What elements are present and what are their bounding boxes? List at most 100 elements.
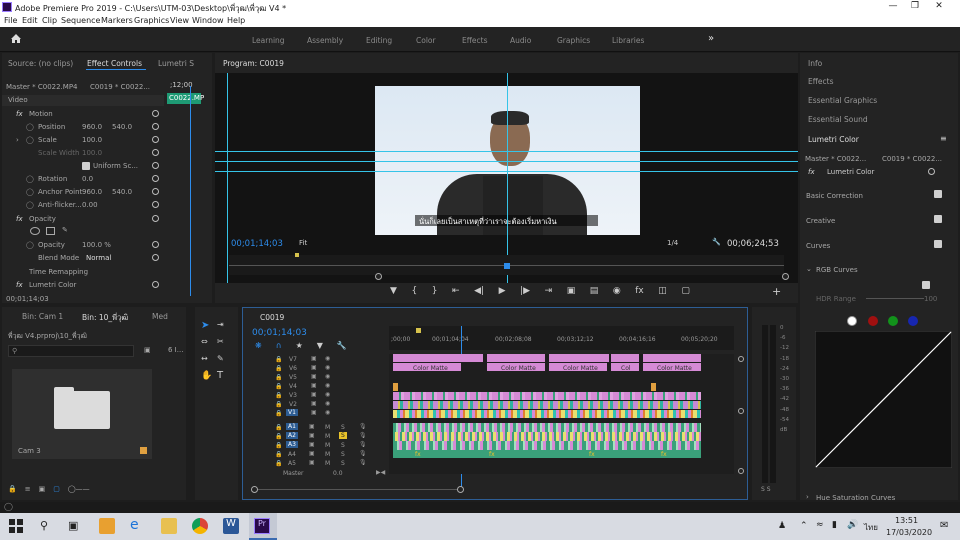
- lock-icon[interactable]: 🔒: [275, 392, 282, 399]
- position-y-value[interactable]: 540.0: [112, 123, 132, 131]
- section-basic-correction[interactable]: Basic Correction: [806, 192, 863, 200]
- battery-icon[interactable]: ▮: [832, 520, 837, 530]
- mute-button[interactable]: M: [325, 442, 330, 449]
- chevron-down-icon[interactable]: ⌄: [806, 265, 812, 273]
- pen-tool-icon[interactable]: ✎: [217, 354, 224, 363]
- fx-toggle-icon[interactable]: fx: [635, 286, 644, 298]
- tab-bin-10[interactable]: Bin: 10_พี่วุฒิ: [82, 312, 128, 324]
- word-icon[interactable]: W: [223, 518, 239, 534]
- mute-button[interactable]: M: [325, 451, 330, 458]
- lock-icon[interactable]: 🔒: [275, 374, 282, 381]
- solo-button[interactable]: S: [341, 442, 345, 449]
- menu-graphics[interactable]: Graphics: [134, 16, 169, 25]
- v-scroll-handle-bottom[interactable]: [738, 468, 744, 474]
- v-scroll-handle-top[interactable]: [738, 356, 744, 362]
- ws-audio[interactable]: Audio: [510, 36, 531, 45]
- reset-icon[interactable]: [152, 241, 159, 248]
- ws-learning[interactable]: Learning: [252, 36, 285, 45]
- color-matte-clip[interactable]: Color Matte: [549, 363, 607, 372]
- reset-icon[interactable]: [152, 149, 159, 156]
- sync-icon[interactable]: ▣: [309, 423, 315, 430]
- tab-effect-controls[interactable]: Effect Controls: [87, 59, 142, 68]
- clip-v4[interactable]: [393, 383, 398, 391]
- folder-label[interactable]: Cam 3: [18, 447, 41, 455]
- close-button[interactable]: ✕: [930, 1, 948, 13]
- panel-essential-sound[interactable]: Essential Sound: [808, 115, 868, 124]
- clip-a1[interactable]: [393, 423, 701, 432]
- marker-icon[interactable]: [295, 253, 299, 257]
- lock-icon[interactable]: 🔒: [275, 433, 282, 440]
- clip-v7[interactable]: [643, 354, 701, 362]
- reset-icon[interactable]: [152, 175, 159, 182]
- mark-in-icon[interactable]: {: [411, 286, 417, 298]
- ws-assembly[interactable]: Assembly: [307, 36, 343, 45]
- lock-icon[interactable]: 🔒: [275, 383, 282, 390]
- export-frame-icon[interactable]: ◉: [613, 286, 621, 298]
- track-a3-label[interactable]: A3: [286, 441, 298, 448]
- clip-bar[interactable]: C0022.MP: [167, 93, 204, 104]
- chrome-icon[interactable]: [192, 518, 208, 534]
- eye-icon[interactable]: ◉: [325, 409, 330, 416]
- mic-icon[interactable]: 🎙: [359, 441, 367, 448]
- menu-view[interactable]: View: [170, 16, 189, 25]
- step-back-icon[interactable]: ◀|: [474, 286, 484, 298]
- reset-icon[interactable]: [928, 168, 935, 175]
- solo-button[interactable]: S: [341, 451, 345, 458]
- panel-lumetri-color[interactable]: Lumetri Color: [808, 135, 859, 144]
- rgb-curves-label[interactable]: RGB Curves: [816, 266, 858, 274]
- track-v5-label[interactable]: V5: [289, 374, 297, 381]
- hand-tool-icon[interactable]: ✋: [201, 371, 212, 381]
- track-v4-label[interactable]: V4: [289, 383, 297, 390]
- add-marker-icon[interactable]: ▼: [390, 286, 397, 298]
- h-scrollbar[interactable]: [253, 489, 463, 490]
- ws-effects[interactable]: Effects: [462, 36, 488, 45]
- lumetri-master-label[interactable]: Master * C0022...: [805, 155, 866, 163]
- tray-chevron-icon[interactable]: ⌃: [800, 521, 808, 531]
- file-explorer-icon[interactable]: [161, 518, 177, 534]
- clip-a3[interactable]: [393, 441, 701, 450]
- time-ruler[interactable]: ;00;00 00;01;04;04 00;02;08;08 00;03;12;…: [389, 326, 734, 350]
- curve-red-channel[interactable]: [868, 316, 878, 326]
- ec-playhead[interactable]: [190, 86, 191, 296]
- lock-icon[interactable]: 🔒: [275, 442, 282, 449]
- hue-sat-curves-label[interactable]: Hue Saturation Curves: [816, 494, 895, 502]
- new-bin-icon[interactable]: ▣: [144, 346, 151, 354]
- expand-chevron-icon[interactable]: ›: [16, 136, 19, 144]
- reset-icon[interactable]: [152, 123, 159, 130]
- menu-file[interactable]: File: [4, 16, 17, 25]
- mic-icon[interactable]: 🎙: [359, 459, 367, 466]
- settings-icon[interactable]: 🔧: [337, 341, 347, 351]
- search-icon[interactable]: ⚲: [40, 519, 48, 532]
- nest-icon[interactable]: ❋: [255, 341, 262, 351]
- solo-meter-buttons[interactable]: S S: [761, 486, 771, 493]
- tab-media[interactable]: Med: [152, 312, 168, 321]
- lock-icon[interactable]: 🔒: [8, 485, 17, 495]
- curve-green-channel[interactable]: [888, 316, 898, 326]
- linked-icon[interactable]: ★: [296, 341, 303, 351]
- program-timecode[interactable]: 00;01;14;03: [231, 239, 283, 249]
- reset-icon[interactable]: [152, 254, 159, 261]
- rect-mask-icon[interactable]: [46, 227, 55, 235]
- ellipse-mask-icon[interactable]: [30, 227, 40, 235]
- minimize-button[interactable]: —: [884, 1, 902, 13]
- guide-line-v[interactable]: [507, 73, 508, 283]
- solo-button-active[interactable]: S: [339, 432, 347, 439]
- razor-icon[interactable]: ✂: [217, 337, 224, 346]
- reset-icon[interactable]: [152, 215, 159, 222]
- ws-editing[interactable]: Editing: [366, 36, 392, 45]
- film-icon[interactable]: ▣: [311, 409, 317, 416]
- mic-icon[interactable]: 🎙: [359, 423, 367, 430]
- clip-v7[interactable]: [549, 354, 609, 362]
- panel-menu-icon[interactable]: ≡: [940, 134, 947, 143]
- clip-v2[interactable]: [393, 401, 701, 409]
- go-to-out-icon[interactable]: ⇥: [545, 286, 553, 298]
- mute-button[interactable]: M: [325, 433, 330, 440]
- menu-sequence[interactable]: Sequence: [61, 16, 100, 25]
- freeform-view-icon[interactable]: ▢: [53, 485, 60, 495]
- clip-v4[interactable]: [651, 383, 656, 391]
- windows-start-icon[interactable]: [8, 518, 24, 534]
- hdr-checkbox[interactable]: [922, 281, 930, 289]
- eye-icon[interactable]: ◉: [325, 382, 330, 389]
- snap-icon[interactable]: ∩: [276, 341, 282, 351]
- eye-icon[interactable]: ◉: [325, 391, 330, 398]
